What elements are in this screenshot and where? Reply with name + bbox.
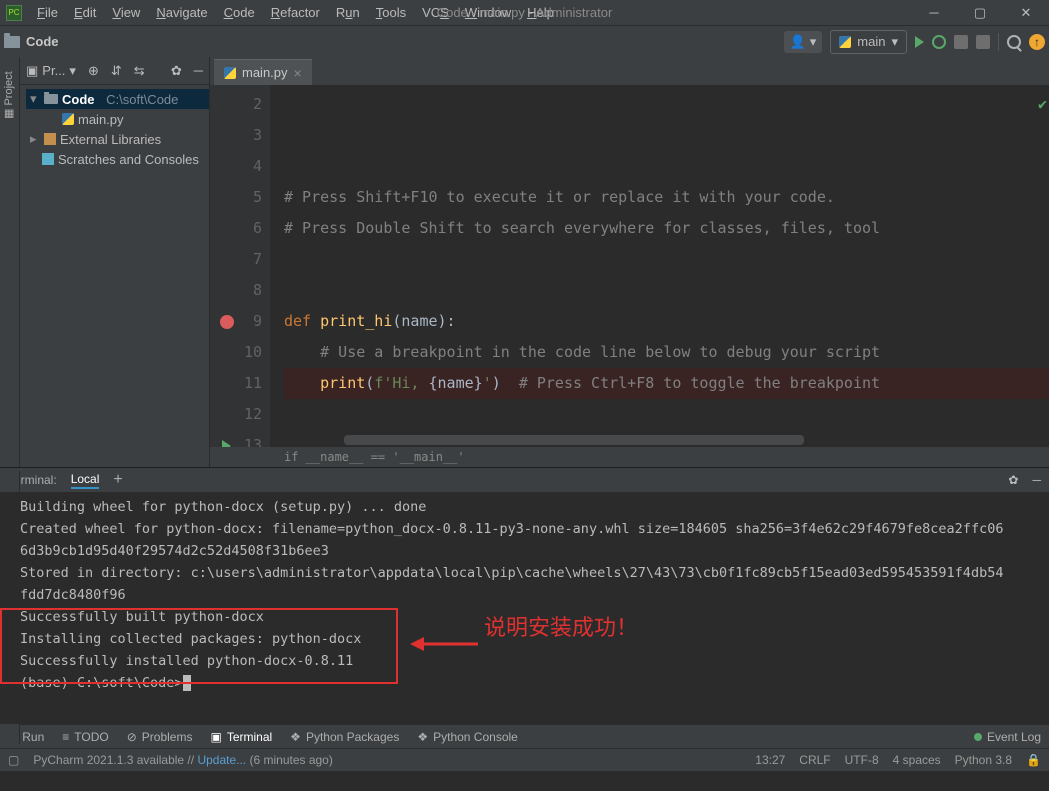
locate-icon[interactable]: ⊕ [88, 63, 99, 79]
project-view-selector[interactable]: ▣ Pr...▾ [26, 63, 76, 79]
tool-python-console[interactable]: ❖ Python Console [417, 730, 518, 744]
run-config-selector[interactable]: main ▾ [830, 30, 907, 54]
window-title: Code - main.py - Administrator [437, 5, 613, 20]
expand-icon[interactable]: ⇵ [111, 63, 122, 79]
status-python[interactable]: Python 3.8 [955, 753, 1012, 767]
new-terminal-button[interactable]: + [113, 471, 122, 489]
tree-scratches[interactable]: Scratches and Consoles [26, 149, 209, 169]
annotation-arrow [410, 630, 480, 660]
menu-code[interactable]: Code [217, 3, 262, 22]
coverage-button[interactable] [954, 35, 968, 49]
title-bar: PC File Edit View Navigate Code Refactor… [0, 0, 1049, 25]
tool-terminal[interactable]: ▣ Terminal [210, 730, 272, 744]
navigation-bar: Code 👤▾ main ▾ ↑ [0, 25, 1049, 57]
status-bar: ▢ PyCharm 2021.1.3 available // Update..… [0, 748, 1049, 771]
collapse-icon[interactable]: ⇆ [134, 63, 145, 79]
annotation-text: 说明安装成功！ [484, 618, 638, 640]
terminal-hide-icon[interactable]: ─ [1032, 473, 1041, 487]
tree-root[interactable]: ▾ Code C:\soft\Code [26, 89, 209, 109]
project-tool-tab[interactable]: ▦ Project [2, 71, 15, 119]
editor-tabs: main.py × [210, 57, 1049, 85]
run-config-label: main [857, 34, 885, 49]
menu-run[interactable]: Run [329, 3, 367, 22]
tool-problems[interactable]: ⊘ Problems [127, 730, 193, 744]
hide-icon[interactable]: ─ [194, 63, 203, 78]
menu-tools[interactable]: Tools [369, 3, 413, 22]
terminal-tab-local[interactable]: Local [71, 472, 100, 489]
terminal-body[interactable]: 说明安装成功！ Building wheel for python-docx (… [0, 492, 1049, 724]
minimize-button[interactable]: ─ [911, 0, 957, 25]
horizontal-scrollbar[interactable] [344, 435, 804, 445]
status-time[interactable]: 13:27 [755, 753, 785, 767]
inspection-ok-icon: ✔ [1038, 89, 1047, 120]
project-tree[interactable]: ▾ Code C:\soft\Code main.py ▸External Li… [20, 85, 209, 467]
tool-python-packages[interactable]: ❖ Python Packages [290, 730, 399, 744]
search-icon[interactable] [1007, 35, 1021, 49]
close-tab-icon[interactable]: × [294, 65, 302, 81]
user-button[interactable]: 👤▾ [784, 31, 823, 53]
editor-gutter[interactable]: 234567891011121314 [210, 85, 270, 447]
python-icon [224, 67, 236, 79]
update-available-icon[interactable]: ↑ [1029, 34, 1045, 50]
code-breadcrumb[interactable]: if __name__ == '__main__' [210, 447, 1049, 467]
run-button[interactable] [915, 36, 924, 48]
terminal-settings-icon[interactable]: ✿ [1008, 473, 1018, 487]
menu-edit[interactable]: Edit [67, 3, 103, 22]
menu-refactor[interactable]: Refactor [264, 3, 327, 22]
menu-file[interactable]: File [30, 3, 65, 22]
settings-icon[interactable]: ✿ [171, 63, 182, 79]
editor: main.py × 234567891011121314 # Press Shi… [210, 57, 1049, 467]
tool-todo[interactable]: ≡ TODO [62, 730, 108, 744]
app-icon: PC [6, 5, 22, 21]
project-pane: ▣ Pr...▾ ⊕ ⇵ ⇆ ✿ ─ ▾ Code C:\soft\Code m… [20, 57, 210, 467]
stop-button[interactable] [976, 35, 990, 49]
status-indent[interactable]: 4 spaces [893, 753, 941, 767]
menu-view[interactable]: View [105, 3, 147, 22]
status-encoding[interactable]: UTF-8 [845, 753, 879, 767]
code-content[interactable]: # Press Shift+F10 to execute it or repla… [270, 85, 1049, 447]
terminal-panel: Terminal: Local + ✿ ─ 说明安装成功！ Building w… [0, 467, 1049, 724]
tree-external-libs[interactable]: ▸External Libraries [26, 129, 209, 149]
update-link[interactable]: Update... [197, 753, 246, 767]
maximize-button[interactable]: ▢ [957, 0, 1003, 25]
tree-file-main[interactable]: main.py [26, 109, 209, 129]
tab-main-py[interactable]: main.py × [214, 59, 312, 85]
bottom-tool-strip: ▶ Run ≡ TODO ⊘ Problems ▣ Terminal ❖ Pyt… [0, 724, 1049, 748]
folder-icon [4, 36, 20, 48]
status-hide-icon[interactable]: ▢ [8, 753, 19, 767]
menu-navigate[interactable]: Navigate [149, 3, 214, 22]
status-line-sep[interactable]: CRLF [799, 753, 830, 767]
status-lock-icon[interactable]: 🔒 [1026, 753, 1041, 767]
breadcrumb[interactable]: Code [26, 34, 59, 49]
python-icon [839, 36, 851, 48]
tab-label: main.py [242, 65, 288, 80]
tool-event-log[interactable]: Event Log [974, 730, 1041, 744]
close-button[interactable]: ✕ [1003, 0, 1049, 25]
project-toolbar: ▣ Pr...▾ ⊕ ⇵ ⇆ ✿ ─ [20, 57, 209, 85]
left-tool-strip: ▦ Project [0, 57, 20, 467]
debug-button[interactable] [932, 35, 946, 49]
status-message: PyCharm 2021.1.3 available // Update... … [33, 753, 333, 767]
